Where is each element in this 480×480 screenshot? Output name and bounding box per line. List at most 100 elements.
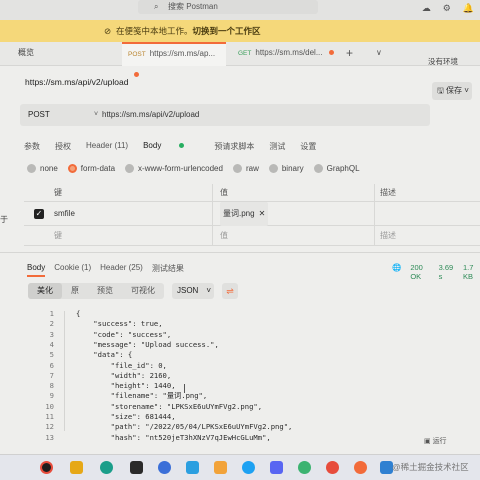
chevron-down-icon[interactable]: ˅: [94, 104, 98, 126]
unsaved-dot: [134, 72, 139, 78]
view-visualize[interactable]: 可视化: [122, 283, 164, 299]
save-label: 保存: [446, 86, 463, 95]
radio-urlencoded[interactable]: x-www-form-urlencoded: [125, 164, 223, 173]
desc-placeholder[interactable]: 描述: [380, 226, 396, 246]
line-number: 1: [49, 309, 54, 318]
url-input[interactable]: https://sm.ms/api/v2/upload: [102, 104, 199, 126]
save-button[interactable]: 🖫 保存 ˅: [432, 82, 472, 100]
switch-workspace-link[interactable]: 切换到一个工作区: [193, 26, 261, 36]
view-pretty[interactable]: 美化: [28, 283, 62, 299]
runner-icon: ▣: [424, 438, 433, 445]
chevron-down-icon: ˅: [206, 286, 212, 295]
col-desc: 描述: [380, 188, 396, 197]
response-size[interactable]: 1.7 KB: [463, 263, 480, 281]
view-raw[interactable]: 原: [62, 283, 88, 299]
radio-label: GraphQL: [326, 164, 360, 173]
value-cell[interactable]: 量词.png ✕: [220, 202, 269, 226]
radio-label: raw: [245, 164, 259, 173]
line-number: 8: [49, 381, 54, 391]
radio-graphql[interactable]: GraphQL: [313, 164, 360, 173]
bell-icon[interactable]: 🔔: [463, 3, 474, 14]
search-placeholder: 搜索 Postman: [168, 2, 218, 11]
line-number: 7: [49, 370, 54, 380]
resp-tab-body[interactable]: Body: [27, 263, 46, 277]
row-checkbox[interactable]: ✓: [34, 209, 44, 219]
line-number: 9: [49, 391, 54, 401]
line-number: 3: [49, 329, 54, 339]
scratchpad-banner: ⊘ 在便笺中本地工作。切换到一个工作区: [0, 20, 480, 42]
app-icon[interactable]: [130, 461, 143, 474]
code-line: "height": 1440,: [76, 381, 176, 391]
cloud-icon[interactable]: ☁: [422, 3, 431, 14]
edge-icon[interactable]: [100, 461, 113, 474]
tabs-dropdown-icon[interactable]: ∨: [376, 48, 382, 57]
app-icon[interactable]: [186, 461, 199, 474]
format-select[interactable]: JSON ˅: [172, 283, 214, 299]
pane-divider[interactable]: [0, 252, 480, 253]
app-icon[interactable]: [326, 461, 339, 474]
tab-post-upload[interactable]: POST https://sm.ms/ap...: [122, 42, 226, 78]
response-body-editor[interactable]: 1 {2 "success": true, 3 "code": "success",…: [24, 305, 454, 445]
key-cell[interactable]: smfile: [54, 202, 75, 226]
folder-icon[interactable]: [70, 461, 83, 474]
table-row: ✓ smfile 量词.png ✕: [24, 202, 480, 226]
app-icon[interactable]: [158, 461, 171, 474]
line-number: 10: [45, 401, 54, 411]
resp-tab-tests[interactable]: 测试结果: [152, 263, 184, 277]
response-time[interactable]: 3.69 s: [439, 263, 454, 281]
radio-form-data[interactable]: form-data: [67, 164, 115, 173]
text-cursor: [184, 384, 185, 393]
tab-prerequest[interactable]: 预请求脚本: [214, 141, 254, 152]
tab-headers[interactable]: Header (11): [86, 141, 128, 152]
tab-params[interactable]: 参数: [24, 141, 40, 152]
resp-tab-cookie[interactable]: Cookie (1): [54, 263, 91, 277]
request-tabs: 参数 授权 Header (11) Body 预请求脚本 测试 设置: [24, 141, 331, 152]
unsaved-dot: [328, 50, 334, 56]
radio-circle: [313, 164, 323, 173]
file-chip: 量词.png ✕: [220, 202, 269, 226]
runner-button[interactable]: ▣ 运行: [424, 436, 447, 446]
search-input[interactable]: ⌕ 搜索 Postman: [138, 0, 318, 14]
table-header: 键 值 描述: [24, 184, 480, 202]
chevron-down-icon: ˅: [462, 86, 469, 95]
radio-circle: [125, 164, 135, 173]
gear-icon[interactable]: ⚙: [443, 3, 451, 14]
environment-select[interactable]: 没有环境: [428, 56, 458, 67]
tab-get-delete[interactable]: GET https://sm.ms/del...: [232, 42, 338, 66]
radio-binary[interactable]: binary: [268, 164, 304, 173]
app-icon[interactable]: [40, 461, 53, 474]
globe-icon[interactable]: 🌐: [392, 263, 401, 281]
line-number: 6: [49, 360, 54, 370]
resp-tab-header[interactable]: Header (25): [100, 263, 143, 277]
view-preview[interactable]: 预览: [88, 283, 122, 299]
format-label: JSON: [177, 286, 199, 295]
code-line: "code": "success",: [76, 329, 172, 339]
tab-tests[interactable]: 测试: [269, 141, 285, 152]
key-placeholder[interactable]: 键: [54, 226, 62, 246]
radio-circle: [232, 164, 242, 173]
chrome-icon[interactable]: [298, 461, 311, 474]
response-view-bar: 美化 原 预览 可视化 JSON ˅ ⇌: [24, 281, 480, 301]
tab-auth[interactable]: 授权: [55, 141, 71, 152]
tab-settings[interactable]: 设置: [300, 141, 316, 152]
method-select[interactable]: POST: [28, 104, 50, 126]
line-number: 5: [49, 350, 54, 360]
close-icon[interactable]: ✕: [259, 209, 266, 218]
wrap-lines-icon[interactable]: ⇌: [222, 283, 238, 299]
radio-raw[interactable]: raw: [232, 164, 259, 173]
cloud-off-icon: ⊘: [104, 26, 112, 36]
value-placeholder[interactable]: 值: [220, 226, 228, 246]
view-mode-segment: 美化 原 预览 可视化: [28, 283, 164, 299]
tab-overview[interactable]: 概览: [18, 42, 34, 64]
radio-none[interactable]: none: [27, 164, 58, 173]
status-code[interactable]: 200 OK: [410, 263, 429, 281]
tab-body[interactable]: Body: [143, 141, 199, 152]
url-bar: POST ˅ https://sm.ms/api/v2/upload: [20, 104, 430, 126]
postman-icon[interactable]: [354, 461, 367, 474]
app-icon[interactable]: [214, 461, 227, 474]
code-line: "file_id": 0,: [76, 360, 167, 370]
radio-label: none: [40, 164, 58, 173]
app-icon[interactable]: [242, 461, 255, 474]
app-icon[interactable]: [270, 461, 283, 474]
new-tab-button[interactable]: +: [346, 46, 353, 60]
